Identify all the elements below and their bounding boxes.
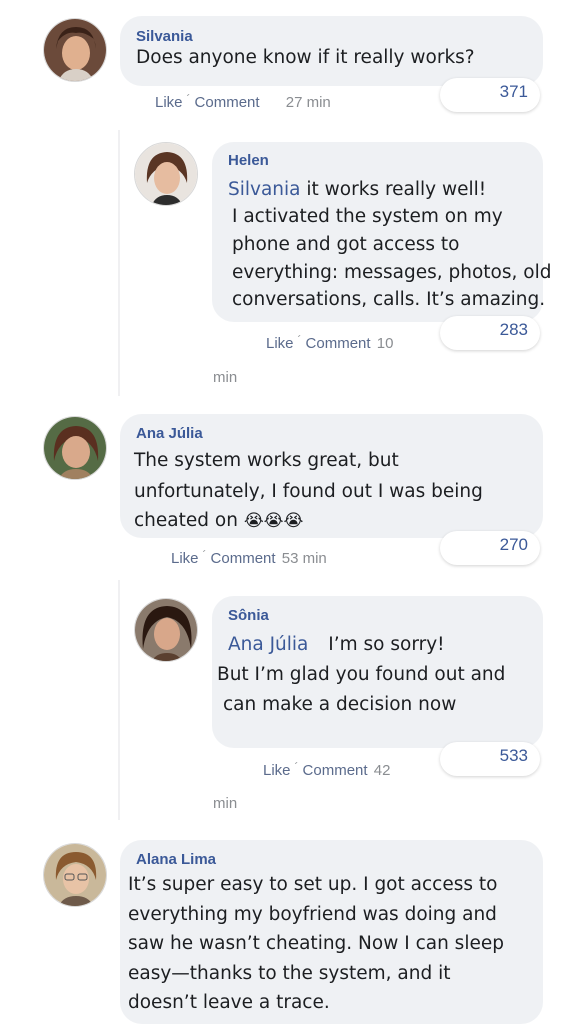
comment-line: unfortunately, I found out I was being bbox=[134, 481, 483, 502]
woman-avatar-icon bbox=[44, 417, 106, 479]
comment-text: Silvania it works really well! bbox=[228, 175, 486, 205]
like-link[interactable]: Like bbox=[263, 762, 291, 779]
woman-avatar-icon bbox=[44, 844, 106, 906]
mention-link[interactable]: Silvania bbox=[228, 179, 301, 200]
comment-line: it works really well! bbox=[306, 179, 487, 200]
crying-emoji-icon: 😭😭😭 bbox=[243, 511, 304, 531]
comment-text: cheated on 😭😭😭 bbox=[134, 506, 303, 537]
comment-line: I’m so sorry! bbox=[328, 634, 445, 655]
comment-line: But I’m glad you found out and bbox=[217, 664, 506, 685]
reaction-count[interactable]: 270 bbox=[440, 531, 540, 565]
avatar[interactable] bbox=[134, 598, 198, 662]
comment-author[interactable]: Helen bbox=[228, 152, 269, 169]
comment-text: Ana Júlia I’m so sorry! bbox=[228, 630, 445, 660]
comment-time: 42 bbox=[373, 762, 391, 779]
separator: ´ bbox=[186, 92, 191, 106]
avatar[interactable] bbox=[43, 843, 107, 907]
comment-author[interactable]: Sônia bbox=[228, 607, 269, 624]
comment-line: can make a decision now bbox=[223, 694, 457, 715]
thread-line bbox=[118, 580, 120, 820]
avatar[interactable] bbox=[43, 18, 107, 82]
reaction-count[interactable]: 533 bbox=[440, 742, 540, 776]
woman-avatar-icon bbox=[44, 19, 106, 81]
comment-line: easy—thanks to the system, and it bbox=[128, 963, 451, 984]
comment-link[interactable]: Comment bbox=[211, 550, 276, 567]
woman-avatar-icon bbox=[135, 599, 197, 661]
comment-link[interactable]: Comment bbox=[306, 335, 371, 352]
comment-actions: Like ´ Comment 53 min bbox=[171, 548, 327, 567]
comment-text: Does anyone know if it really works? bbox=[136, 47, 475, 68]
comment-line: everything: messages, photos, old bbox=[232, 262, 552, 283]
comment-line: It’s super easy to set up. I got access … bbox=[128, 874, 498, 895]
comment-line: saw he wasn’t cheating. Now I can sleep bbox=[128, 933, 504, 954]
woman-avatar-icon bbox=[135, 143, 197, 205]
like-link[interactable]: Like bbox=[171, 550, 199, 567]
comment-line: cheated on bbox=[134, 510, 238, 531]
comment-actions: Like ´ Comment 27 min bbox=[155, 92, 331, 111]
comment-time-unit: min bbox=[213, 795, 238, 812]
separator: ´ bbox=[294, 760, 299, 774]
thread-line bbox=[118, 130, 120, 396]
avatar[interactable] bbox=[134, 142, 198, 206]
comment-line: doesn’t leave a trace. bbox=[128, 992, 330, 1013]
like-link[interactable]: Like bbox=[155, 94, 183, 111]
separator: ´ bbox=[297, 333, 302, 347]
comment-time: 27 min bbox=[285, 94, 331, 111]
comment-actions: Like ´ Comment 42 bbox=[263, 760, 391, 779]
reaction-count[interactable]: 371 bbox=[440, 78, 540, 112]
comment-line: The system works great, but bbox=[134, 450, 399, 471]
avatar[interactable] bbox=[43, 416, 107, 480]
comment-time-unit: min bbox=[213, 369, 238, 386]
reaction-count[interactable]: 283 bbox=[440, 316, 540, 350]
comment-link[interactable]: Comment bbox=[303, 762, 368, 779]
comment-time: 53 min bbox=[281, 550, 327, 567]
comment-line: conversations, calls. It’s amazing. bbox=[232, 289, 546, 310]
comment-link[interactable]: Comment bbox=[195, 94, 260, 111]
comment-time: 10 bbox=[376, 335, 394, 352]
comment-author[interactable]: Alana Lima bbox=[136, 851, 216, 868]
comment-line: everything my boyfriend was doing and bbox=[128, 904, 497, 925]
like-link[interactable]: Like bbox=[266, 335, 294, 352]
mention-link[interactable]: Ana Júlia bbox=[228, 634, 308, 655]
separator: ´ bbox=[202, 548, 207, 562]
comment-author[interactable]: Ana Júlia bbox=[136, 425, 203, 442]
comment-line: I activated the system on my bbox=[232, 206, 503, 227]
comment-actions: Like ´ Comment 10 bbox=[266, 333, 394, 352]
comment-line: phone and got access to bbox=[232, 234, 460, 255]
